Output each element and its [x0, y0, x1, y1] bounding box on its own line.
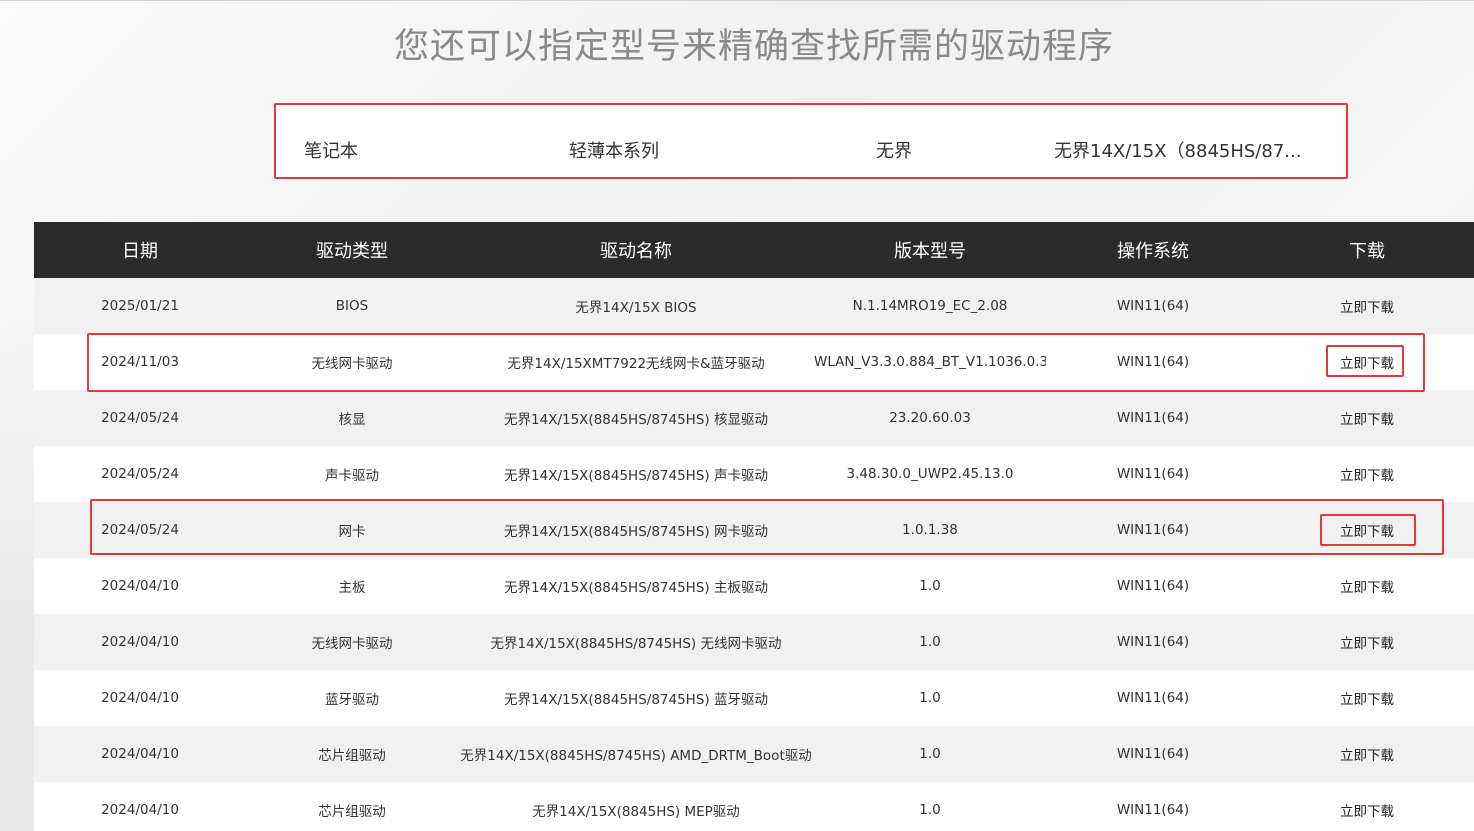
cell-driver-type: 声卡驱动: [325, 468, 379, 484]
header-date: 日期: [122, 241, 158, 262]
table-row: 2024/04/10 芯片组驱动 无界14X/15X(8845HS/8745HS…: [34, 726, 1474, 782]
cell-driver-name: 无界14X/15X BIOS: [575, 300, 697, 316]
header-version: 版本型号: [894, 241, 966, 262]
cell-driver-name: 无界14X/15X(8845HS/8745HS) 无线网卡驱动: [490, 636, 782, 652]
table-row: 2024/04/10 芯片组驱动 无界14X/15X(8845HS) MEP驱动…: [34, 782, 1474, 831]
cell-version: WLAN_V3.3.0.884_BT_V1.1036.0.389: [814, 354, 1046, 370]
cell-date: 2024/05/24: [101, 466, 179, 482]
cell-date: 2024/11/03: [101, 354, 179, 370]
cell-version: 23.20.60.03: [889, 410, 971, 426]
filter-model[interactable]: 无界14X/15X（8845HS/87...: [1054, 137, 1304, 163]
header-driver-type: 驱动类型: [316, 241, 388, 262]
filter-series[interactable]: 轻薄本系列: [569, 137, 769, 163]
cell-os: WIN11(64): [1116, 578, 1190, 594]
cell-version: 1.0: [919, 634, 941, 650]
driver-table: 日期 驱动类型 驱动名称 版本型号 操作系统 下载 2025/01/21 BIO…: [34, 222, 1474, 831]
cell-os: WIN11(64): [1116, 522, 1190, 538]
cell-driver-type: 网卡: [338, 524, 366, 540]
cell-date: 2024/05/24: [101, 410, 179, 426]
table-row: 2024/04/10 主板 无界14X/15X(8845HS/8745HS) 主…: [34, 558, 1474, 614]
cell-date: 2024/05/24: [101, 522, 179, 538]
cell-driver-name: 无界14X/15X(8845HS/8745HS) 蓝牙驱动: [504, 692, 768, 708]
cell-driver-type: BIOS: [335, 298, 369, 314]
download-button[interactable]: 立即下载: [1260, 800, 1474, 820]
table-header: 日期 驱动类型 驱动名称 版本型号 操作系统 下载: [34, 222, 1474, 278]
cell-driver-type: 蓝牙驱动: [325, 692, 379, 708]
cell-driver-name: 无界14X/15X(8845HS/8745HS) AMD_DRTM_Boot驱动: [460, 748, 812, 764]
table-row: 2025/01/21 BIOS 无界14X/15X BIOS N.1.14MRO…: [34, 278, 1474, 334]
cell-date: 2024/04/10: [101, 634, 179, 650]
cell-driver-type: 无线网卡驱动: [311, 636, 393, 652]
download-button[interactable]: 立即下载: [1260, 632, 1474, 652]
cell-version: N.1.14MRO19_EC_2.08: [852, 298, 1008, 314]
download-button[interactable]: 立即下载: [1260, 576, 1474, 596]
cell-version: 1.0: [919, 690, 941, 706]
download-button[interactable]: 立即下载: [1260, 464, 1474, 484]
page-title: 您还可以指定型号来精确查找所需的驱动程序: [393, 27, 1114, 67]
cell-driver-name: 无界14X/15X(8845HS) MEP驱动: [532, 804, 740, 820]
cell-os: WIN11(64): [1116, 634, 1190, 650]
cell-driver-name: 无界14X/15XMT7922无线网卡&蓝牙驱动: [507, 356, 765, 372]
table-row: 2024/05/24 核显 无界14X/15X(8845HS/8745HS) 核…: [34, 390, 1474, 446]
top-divider: [0, 0, 1474, 1]
cell-os: WIN11(64): [1116, 410, 1190, 426]
cell-os: WIN11(64): [1116, 466, 1190, 482]
cell-driver-name: 无界14X/15X(8845HS/8745HS) 主板驱动: [504, 580, 768, 596]
cell-driver-name: 无界14X/15X(8845HS/8745HS) 声卡驱动: [504, 468, 768, 484]
cell-driver-type: 核显: [338, 412, 366, 428]
header-driver-name: 驱动名称: [600, 241, 672, 262]
table-row: 2024/11/03 无线网卡驱动 无界14X/15XMT7922无线网卡&蓝牙…: [34, 334, 1474, 390]
filter-category[interactable]: 笔记本: [304, 137, 504, 163]
cell-date: 2025/01/21: [101, 298, 179, 314]
download-button[interactable]: 立即下载: [1260, 408, 1474, 428]
cell-driver-name: 无界14X/15X(8845HS/8745HS) 核显驱动: [504, 412, 768, 428]
cell-driver-type: 芯片组驱动: [318, 804, 386, 820]
cell-driver-name: 无界14X/15X(8845HS/8745HS) 网卡驱动: [504, 524, 768, 540]
cell-driver-type: 主板: [338, 580, 366, 596]
download-button[interactable]: 立即下载: [1260, 296, 1474, 316]
cell-version: 1.0.1.38: [902, 522, 958, 538]
cell-date: 2024/04/10: [101, 802, 179, 818]
table-row: 2024/04/10 无线网卡驱动 无界14X/15X(8845HS/8745H…: [34, 614, 1474, 670]
filter-line[interactable]: 无界: [876, 137, 1026, 163]
cell-driver-type: 无线网卡驱动: [311, 356, 393, 372]
model-filter-bar: 笔记本 轻薄本系列 无界 无界14X/15X（8845HS/87...: [274, 103, 1348, 179]
download-button[interactable]: 立即下载: [1260, 744, 1474, 764]
cell-version: 3.48.30.0_UWP2.45.13.0: [846, 466, 1014, 482]
cell-version: 1.0: [919, 578, 941, 594]
table-row: 2024/05/24 声卡驱动 无界14X/15X(8845HS/8745HS)…: [34, 446, 1474, 502]
table-row: 2024/04/10 蓝牙驱动 无界14X/15X(8845HS/8745HS)…: [34, 670, 1474, 726]
cell-os: WIN11(64): [1116, 746, 1190, 762]
cell-os: WIN11(64): [1116, 354, 1190, 370]
cell-version: 1.0: [919, 802, 941, 818]
download-button[interactable]: 立即下载: [1260, 520, 1474, 540]
cell-date: 2024/04/10: [101, 746, 179, 762]
header-download: 下载: [1349, 241, 1385, 262]
cell-os: WIN11(64): [1116, 802, 1190, 818]
cell-version: 1.0: [919, 746, 941, 762]
cell-date: 2024/04/10: [101, 690, 179, 706]
header-os: 操作系统: [1117, 241, 1189, 262]
download-button[interactable]: 立即下载: [1260, 352, 1474, 372]
cell-os: WIN11(64): [1116, 690, 1190, 706]
table-row: 2024/05/24 网卡 无界14X/15X(8845HS/8745HS) 网…: [34, 502, 1474, 558]
cell-date: 2024/04/10: [101, 578, 179, 594]
cell-driver-type: 芯片组驱动: [318, 748, 386, 764]
download-button[interactable]: 立即下载: [1260, 688, 1474, 708]
cell-os: WIN11(64): [1116, 298, 1190, 314]
